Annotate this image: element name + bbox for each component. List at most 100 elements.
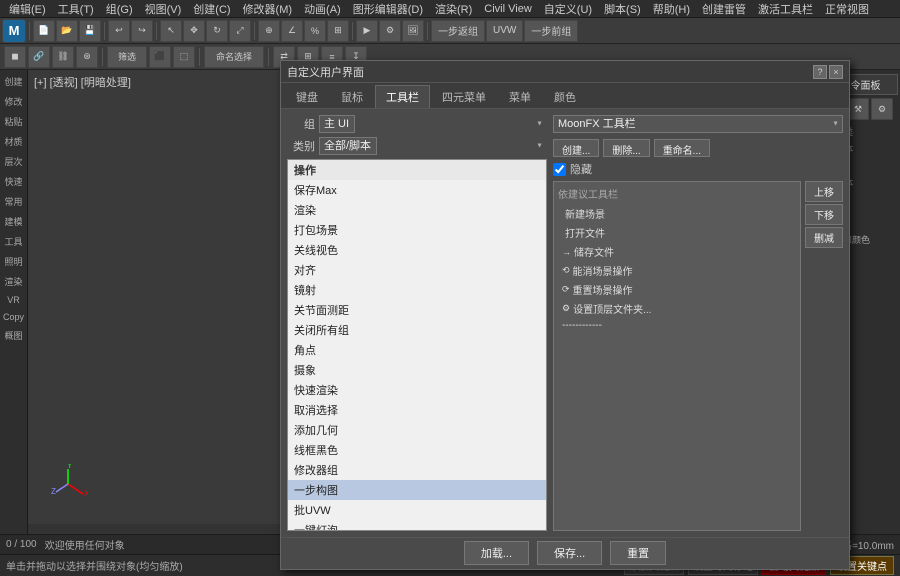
cmd-item[interactable]: 线框黑色 <box>288 440 546 460</box>
step-back-btn[interactable]: 一步返组 <box>431 20 485 42</box>
menu-active-toolbar[interactable]: 激活工具栏 <box>753 1 818 17</box>
cmd-item[interactable]: 对齐 <box>288 260 546 280</box>
group-select[interactable]: 主 UI <box>319 115 355 133</box>
menu-custom[interactable]: 自定义(U) <box>539 1 597 17</box>
sidebar-create[interactable]: 创建 <box>2 72 26 91</box>
tab-quads[interactable]: 四元菜单 <box>431 85 497 108</box>
dialog-close-btn[interactable]: × <box>829 65 843 79</box>
sidebar-material[interactable]: 材质 <box>2 132 26 151</box>
menu-view[interactable]: 视图(V) <box>140 1 187 17</box>
menu-create2[interactable]: 创建雷管 <box>697 1 751 17</box>
cmd-item[interactable]: 快速渲染 <box>288 380 546 400</box>
tb-spinner-snap[interactable]: ⊞ <box>327 20 349 42</box>
cmd-item[interactable]: 渲染 <box>288 200 546 220</box>
sidebar-overview[interactable]: 概图 <box>2 326 26 345</box>
sidebar-lights[interactable]: 照明 <box>2 252 26 271</box>
tb-undo[interactable]: ↩ <box>108 20 130 42</box>
command-list[interactable]: 操作 保存Max 渲染 打包场景 关线视色 对齐 镜射 关节面测距 关闭所有组 … <box>287 159 547 531</box>
app-icon[interactable]: M <box>2 19 26 43</box>
sidebar-render[interactable]: 渲染 <box>2 272 26 291</box>
tb-render-setup[interactable]: ⚙ <box>379 20 401 42</box>
cmd-item-selected[interactable]: 一步构图 <box>288 480 546 500</box>
menu-modifier[interactable]: 修改器(M) <box>238 1 298 17</box>
menu-help[interactable]: 帮助(H) <box>648 1 695 17</box>
up-btn[interactable]: 上移 <box>805 181 843 202</box>
footer-add-btn[interactable]: 加载... <box>464 541 529 565</box>
menu-animation[interactable]: 动画(A) <box>299 1 346 17</box>
sidebar-tools[interactable]: 工具 <box>2 232 26 251</box>
cmd-item[interactable]: 摄象 <box>288 360 546 380</box>
remove-btn[interactable]: 删减 <box>805 227 843 248</box>
tb2-window[interactable]: ⬚ <box>173 46 195 68</box>
tb-new[interactable]: 📄 <box>33 20 55 42</box>
toolbar-select[interactable]: MoonFX 工具栏 <box>553 115 843 133</box>
menu-render[interactable]: 渲染(R) <box>430 1 477 17</box>
tb-rotate[interactable]: ↻ <box>206 20 228 42</box>
tb2-filter[interactable]: 筛选 <box>107 46 147 68</box>
cmd-item[interactable]: 打包场景 <box>288 220 546 240</box>
menu-tools[interactable]: 工具(T) <box>53 1 99 17</box>
cmd-item[interactable]: 添加几何 <box>288 420 546 440</box>
sidebar-motion[interactable]: 快速 <box>2 172 26 191</box>
menu-create[interactable]: 创建(C) <box>188 1 235 17</box>
cmd-item[interactable]: 关线视色 <box>288 240 546 260</box>
tb2-unlink[interactable]: ⛓ <box>52 46 74 68</box>
tb-save[interactable]: 💾 <box>79 20 101 42</box>
tb-redo[interactable]: ↪ <box>131 20 153 42</box>
tb-render-frame[interactable]: 🖼 <box>402 20 424 42</box>
preview-item-1[interactable]: 打开文件 <box>558 223 796 242</box>
tb-select[interactable]: ↖ <box>160 20 182 42</box>
tb2-layer[interactable]: ◼ <box>4 46 26 68</box>
step-forward-btn[interactable]: 一步前组 <box>524 20 578 42</box>
cmd-item[interactable]: 取消选择 <box>288 400 546 420</box>
uvw-btn[interactable]: UVW <box>486 20 523 42</box>
tb-angle-snap[interactable]: ∠ <box>281 20 303 42</box>
preview-item-5[interactable]: ⚙ 设置顶层文件夹... <box>558 299 796 318</box>
show-checkbox[interactable] <box>553 163 566 176</box>
cmd-item[interactable]: 关节面测距 <box>288 300 546 320</box>
footer-save-btn[interactable]: 保存... <box>537 541 602 565</box>
menu-normal-view[interactable]: 正常视图 <box>820 1 874 17</box>
sidebar-common[interactable]: 常用 <box>2 192 26 211</box>
sidebar-vr[interactable]: VR <box>2 292 26 308</box>
cmd-item[interactable]: 镜射 <box>288 280 546 300</box>
cmd-item[interactable]: 保存Max <box>288 180 546 200</box>
tb-move[interactable]: ✥ <box>183 20 205 42</box>
tab-menu[interactable]: 菜单 <box>498 85 542 108</box>
footer-reset-btn[interactable]: 重置 <box>610 541 666 565</box>
tb-scale[interactable]: ⤢ <box>229 20 251 42</box>
cmd-item[interactable]: 批UVW <box>288 500 546 520</box>
tab-mouse[interactable]: 鼠标 <box>330 85 374 108</box>
sidebar-modify[interactable]: 修改 <box>2 92 26 111</box>
tb2-select-all[interactable]: ⬛ <box>149 46 171 68</box>
dialog-help-btn[interactable]: ? <box>813 65 827 79</box>
preview-item-2[interactable]: → 储存文件 <box>558 242 796 261</box>
tb-render[interactable]: ▶ <box>356 20 378 42</box>
category-select[interactable]: 全部/脚本 <box>319 137 377 155</box>
tab-toolbar[interactable]: 工具栏 <box>375 85 430 108</box>
sidebar-build[interactable]: 建模 <box>2 212 26 231</box>
menu-group[interactable]: 组(G) <box>101 1 138 17</box>
preview-item-0[interactable]: 新建场景 <box>558 204 796 223</box>
tb2-link[interactable]: 🔗 <box>28 46 50 68</box>
cmd-item[interactable]: 关闭所有组 <box>288 320 546 340</box>
sidebar-hierarchy[interactable]: 层次 <box>2 152 26 171</box>
toolbar-rename-btn[interactable]: 重命名... <box>654 139 710 157</box>
tb2-named-sel[interactable]: 命名选择 <box>204 46 264 68</box>
menu-graph-editor[interactable]: 图形编辑器(D) <box>348 1 428 17</box>
preview-item-4[interactable]: ⟳ 重置场景操作 <box>558 280 796 299</box>
menu-edit[interactable]: 编辑(E) <box>4 1 51 17</box>
sidebar-paste[interactable]: 粘贴 <box>2 112 26 131</box>
toolbar-delete-btn[interactable]: 删除... <box>603 139 649 157</box>
preview-item-3[interactable]: ⟲ 能消场景操作 <box>558 261 796 280</box>
cmd-item[interactable]: 角点 <box>288 340 546 360</box>
rp-hierarchy[interactable]: ⚙ <box>871 98 893 120</box>
dialog-titlebar[interactable]: 自定义用户界面 ? × <box>281 61 849 83</box>
toolbar-create-btn[interactable]: 创建... <box>553 139 599 157</box>
rp-modify[interactable]: ⚒ <box>847 98 869 120</box>
tab-colors[interactable]: 颜色 <box>543 85 587 108</box>
menu-script[interactable]: 脚本(S) <box>599 1 646 17</box>
tb-open[interactable]: 📂 <box>56 20 78 42</box>
cmd-item[interactable]: 一键灯泡 <box>288 520 546 531</box>
menu-civil[interactable]: Civil View <box>479 3 536 15</box>
